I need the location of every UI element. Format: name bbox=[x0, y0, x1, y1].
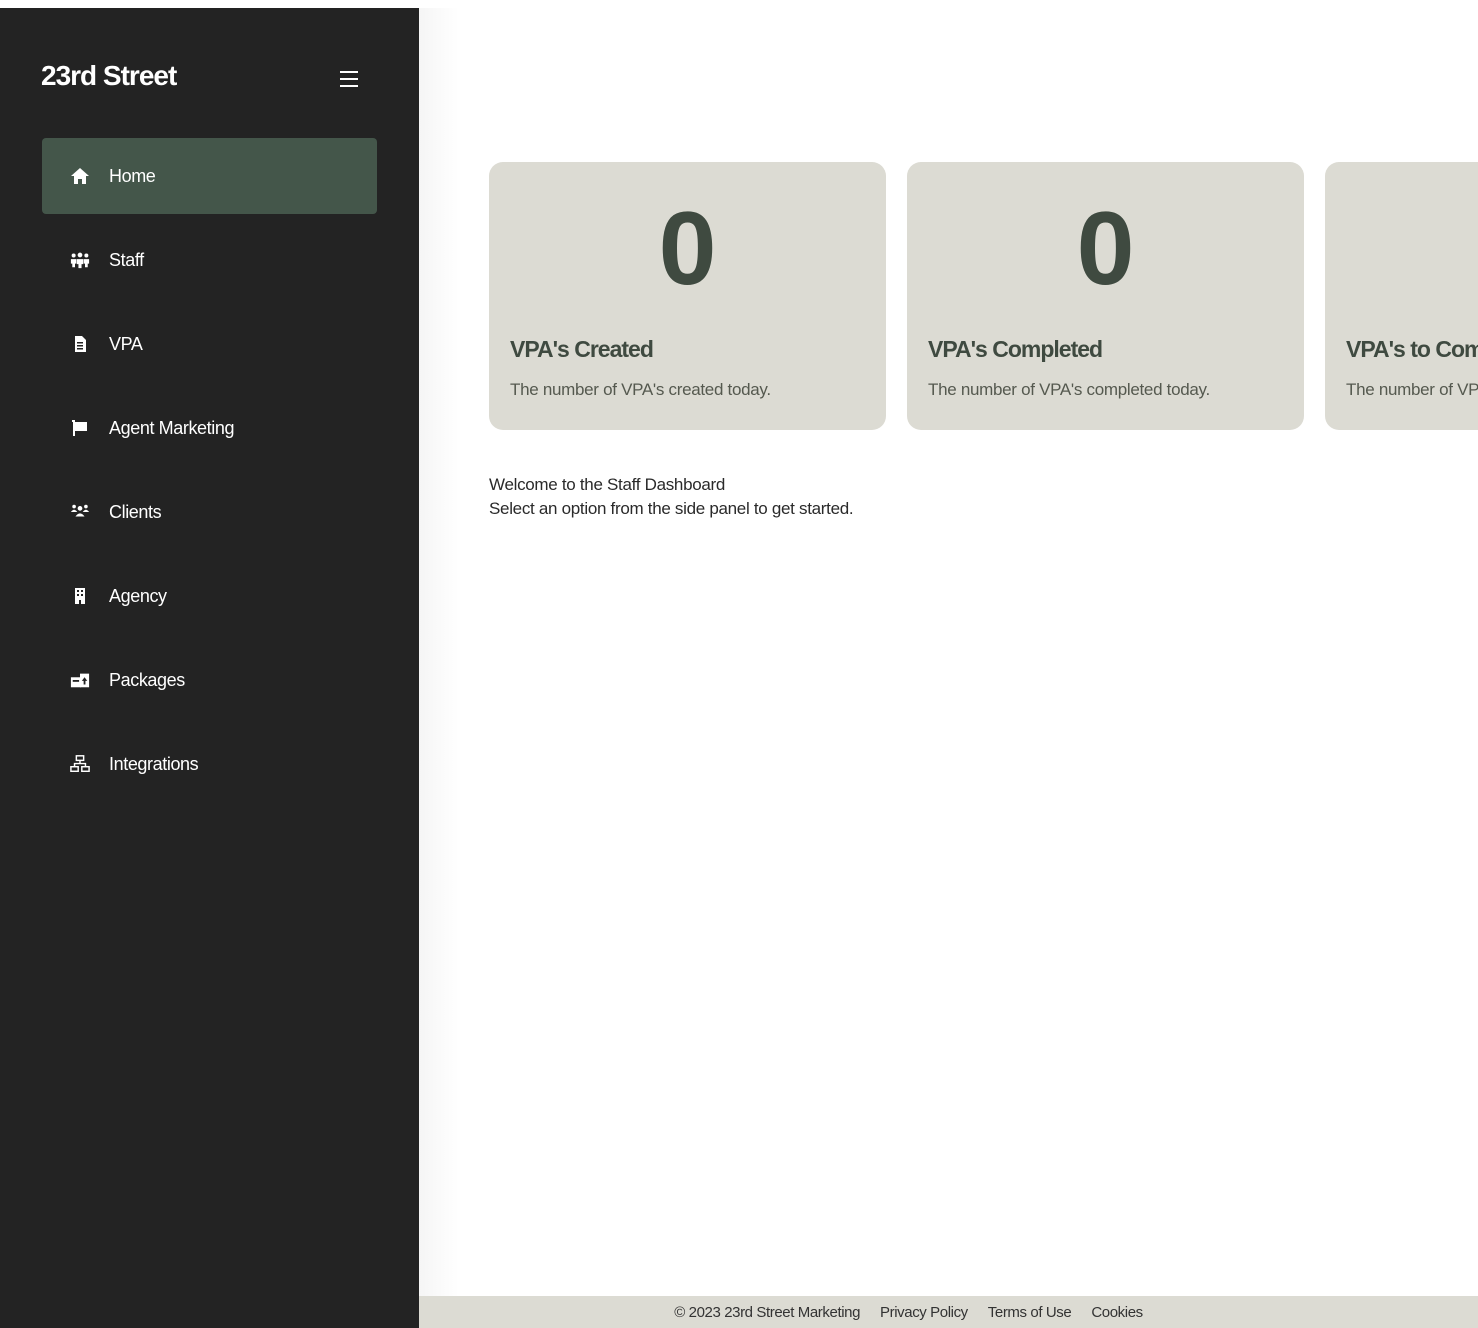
sidebar-item-label: Clients bbox=[109, 501, 162, 522]
sidebar-item-staff[interactable]: Staff bbox=[42, 222, 377, 298]
staff-icon bbox=[68, 250, 92, 270]
flag-icon bbox=[68, 418, 92, 438]
stat-card-to-complete: 0 VPA's to Complete The number of VPA's … bbox=[1325, 162, 1478, 430]
clients-icon bbox=[68, 502, 92, 522]
stat-title: VPA's to Complete bbox=[1346, 336, 1478, 362]
sidebar-item-label: Staff bbox=[109, 249, 144, 270]
privacy-policy-link[interactable]: Privacy Policy bbox=[880, 1304, 968, 1321]
sidebar-item-agency[interactable]: Agency bbox=[42, 558, 377, 634]
stat-card-created: 0 VPA's Created The number of VPA's crea… bbox=[489, 162, 886, 430]
sidebar-item-packages[interactable]: Packages bbox=[42, 642, 377, 718]
sidebar-item-label: Home bbox=[109, 165, 156, 186]
sidebar-item-label: Agent Marketing bbox=[109, 417, 235, 438]
stat-title: VPA's Created bbox=[510, 336, 654, 362]
stat-title: VPA's Completed bbox=[928, 336, 1103, 362]
sidebar-item-integrations[interactable]: Integrations bbox=[42, 726, 377, 802]
stat-description: The number of VPA's created today. bbox=[510, 380, 771, 399]
sidebar: 23rd Street Home Staff VPA Agent Marketi… bbox=[0, 8, 419, 1328]
footer: © 2023 23rd Street Marketing Privacy Pol… bbox=[419, 1296, 1478, 1328]
top-strip bbox=[0, 0, 1478, 8]
building-icon bbox=[68, 586, 92, 606]
sidebar-item-vpa[interactable]: VPA bbox=[42, 306, 377, 382]
stat-value: 0 bbox=[1076, 191, 1135, 307]
welcome-message: Welcome to the Staff Dashboard Select an… bbox=[489, 473, 854, 521]
sidebar-item-home[interactable]: Home bbox=[42, 138, 377, 214]
stat-value: 0 bbox=[658, 191, 717, 307]
sidebar-item-label: Packages bbox=[109, 669, 185, 690]
terms-of-use-link[interactable]: Terms of Use bbox=[988, 1304, 1072, 1321]
stat-value: 0 bbox=[1325, 184, 1478, 314]
brand-logo[interactable]: 23rd Street bbox=[41, 60, 177, 92]
cookies-link[interactable]: Cookies bbox=[1091, 1304, 1143, 1321]
stat-description: The number of VPA's to complete today. bbox=[1346, 380, 1478, 399]
home-icon bbox=[68, 166, 92, 186]
sidebar-shadow bbox=[419, 8, 459, 1296]
sidebar-item-label: VPA bbox=[109, 333, 143, 354]
sidebar-item-label: Agency bbox=[109, 585, 167, 606]
packages-icon bbox=[68, 670, 92, 690]
sidebar-item-agent-marketing[interactable]: Agent Marketing bbox=[42, 390, 377, 466]
sidebar-item-clients[interactable]: Clients bbox=[42, 474, 377, 550]
sidebar-item-label: Integrations bbox=[109, 753, 199, 774]
welcome-heading: Welcome to the Staff Dashboard bbox=[489, 475, 726, 494]
document-icon bbox=[68, 334, 92, 354]
network-icon bbox=[68, 754, 92, 774]
stat-card-completed: 0 VPA's Completed The number of VPA's co… bbox=[907, 162, 1304, 430]
welcome-instruction: Select an option from the side panel to … bbox=[489, 499, 854, 518]
stat-description: The number of VPA's completed today. bbox=[928, 380, 1210, 399]
copyright-text: © 2023 23rd Street Marketing bbox=[674, 1303, 861, 1321]
hamburger-menu-icon[interactable] bbox=[338, 68, 360, 90]
